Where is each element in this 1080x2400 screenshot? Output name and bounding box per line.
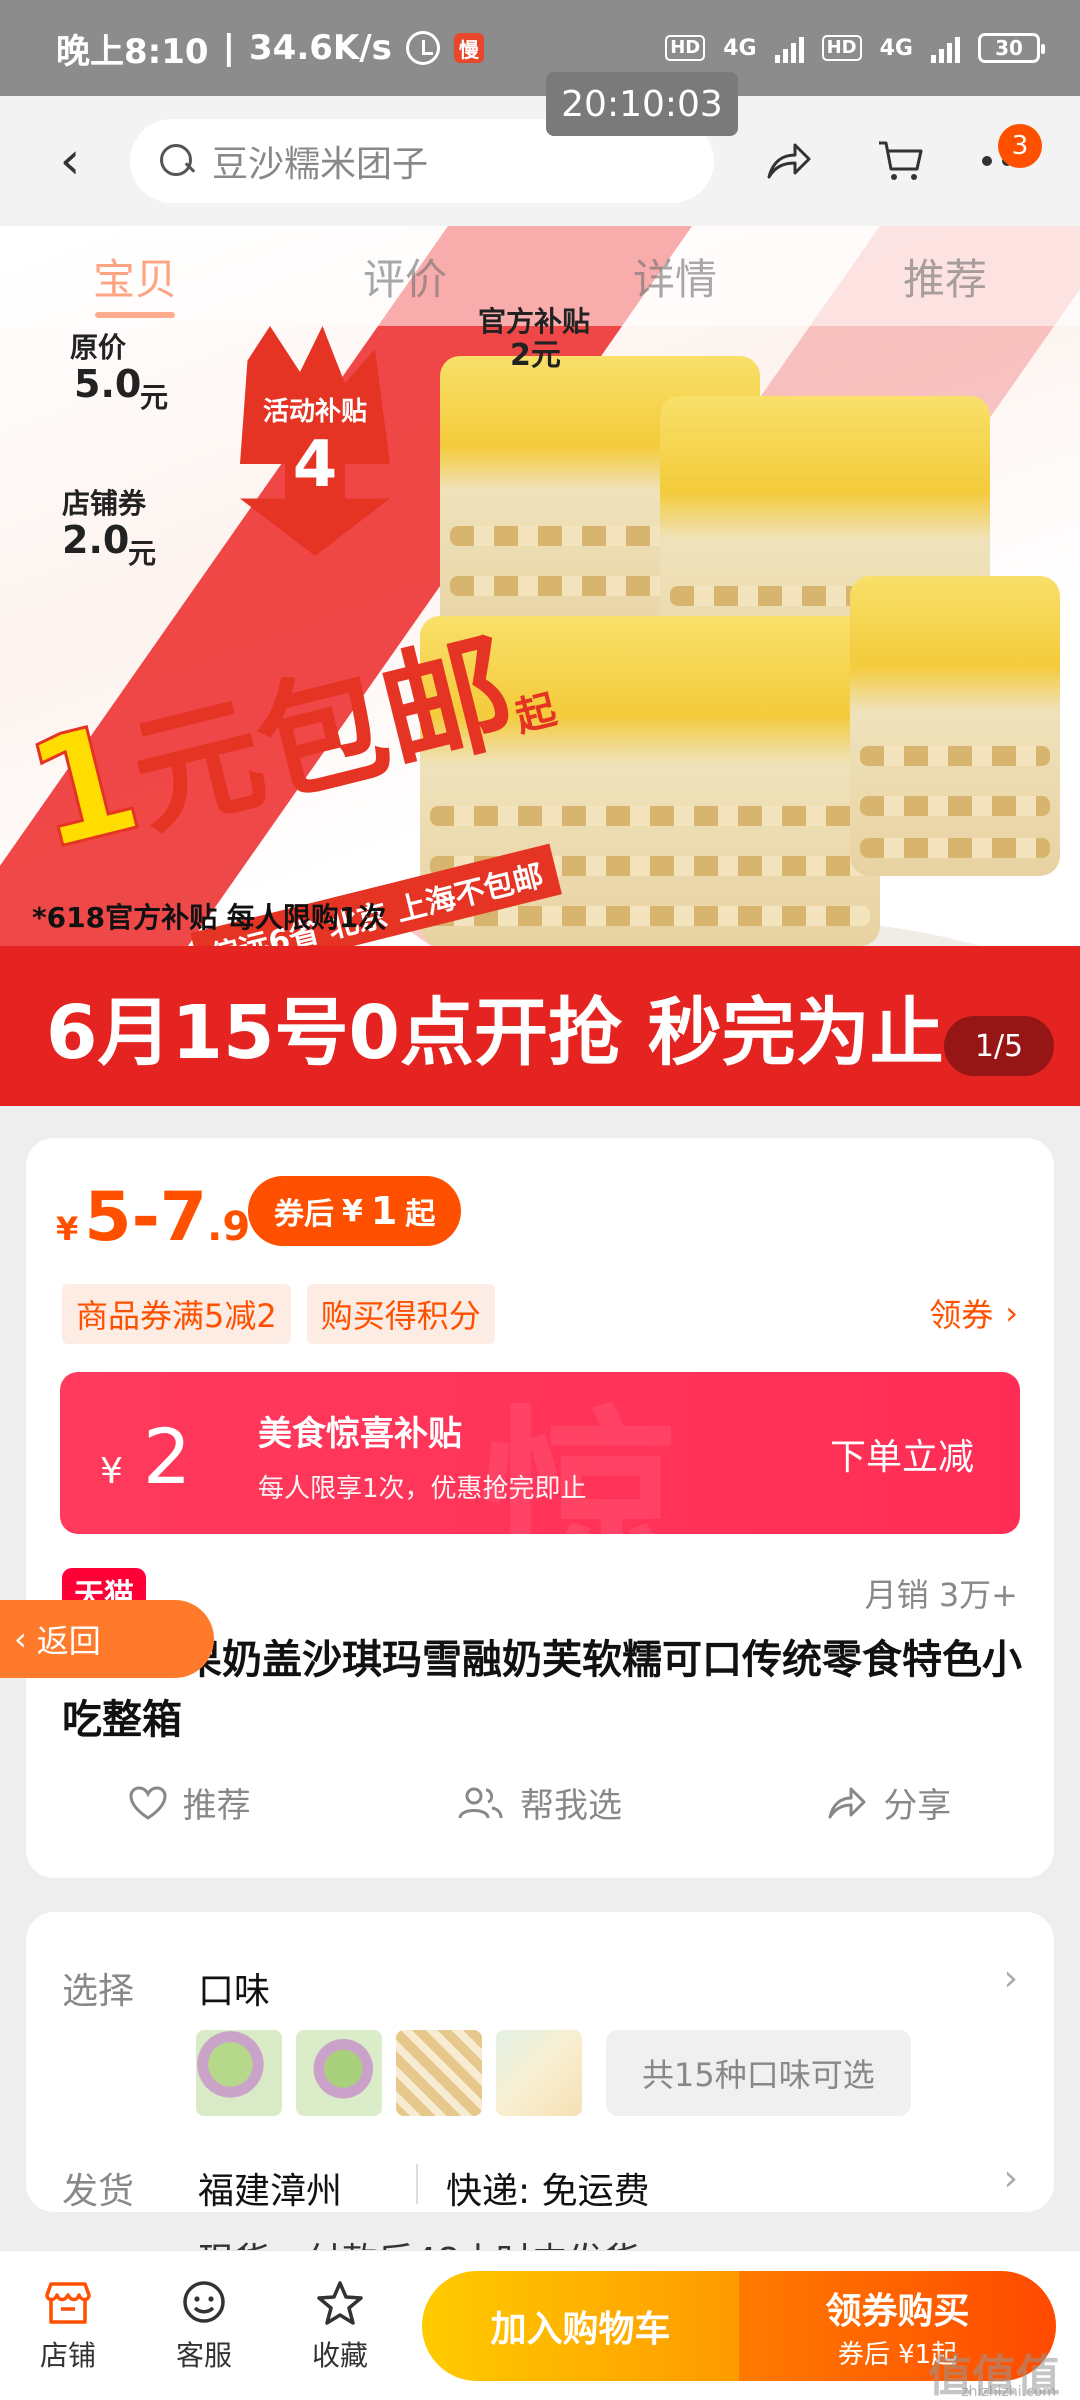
carousel-pager: 1/5 — [944, 1016, 1054, 1076]
unit-label: 元 — [128, 537, 157, 570]
signal-icon — [774, 33, 804, 63]
tab-baby[interactable]: 宝贝 — [0, 226, 270, 326]
activity-subsidy-label: 活动补贴 — [262, 397, 367, 427]
recommend-button[interactable]: 推荐 — [129, 1778, 251, 1827]
subsidy-cta: 下单立减 — [829, 1437, 974, 1478]
unit-label: 元 — [140, 381, 169, 414]
divider — [416, 2164, 418, 2204]
help-me-choose-button[interactable]: 帮我选 — [456, 1778, 622, 1827]
get-coupon-button[interactable]: 领券 › — [929, 1290, 1018, 1336]
subsidy-currency: ¥ — [100, 1451, 123, 1492]
cart-button[interactable] — [866, 126, 936, 196]
search-icon — [160, 144, 194, 178]
product-page: 晚上8:10 | 34.6K/s 慢 HD 4G HD 4G 30 20:10:… — [0, 0, 1080, 2400]
tab-recommend[interactable]: 推荐 — [810, 226, 1080, 326]
top-nav-bar: ‹ 豆沙糯米团子 3 — [0, 96, 1080, 226]
flavor-thumb[interactable] — [496, 2030, 582, 2116]
cart-icon — [879, 141, 923, 180]
price-card: ¥ 5-7 .9 券后 ¥1 起 商品券满5减2 购买得积分 领券 › 惊 ¥ 2… — [26, 1138, 1054, 1878]
customer-service-icon — [183, 2280, 225, 2323]
add-to-cart-button[interactable]: 加入购物车 — [422, 2271, 739, 2381]
chevron-left-icon: ‹ — [59, 131, 81, 191]
shipping-label: 发货 — [62, 2171, 135, 2212]
chevron-left-icon: ‹ — [14, 1620, 27, 1658]
shipping-express: 快递: 免运费 — [446, 2171, 650, 2212]
message-count-badge: 3 — [998, 124, 1042, 168]
shop-coupon-value: 2.0 — [62, 518, 130, 562]
official-subsidy-value: 2元 — [510, 338, 561, 373]
subsidy-desc: 每人限享1次，优惠抢完即止 — [258, 1474, 587, 1504]
hero-note: *618官方补贴 每人限购1次 — [32, 901, 387, 934]
flavor-thumb[interactable] — [196, 2030, 282, 2116]
subsidy-amount: 2 — [142, 1412, 192, 1501]
hd-icon: HD — [665, 35, 706, 61]
monthly-sales: 月销 3万+ — [864, 1576, 1018, 1614]
chevron-right-icon: › — [1005, 1294, 1018, 1332]
flavor-thumb[interactable] — [396, 2030, 482, 2116]
bottom-action-bar: 店铺 客服 收藏 加入购物车 领券购买 券后 ¥1起 — [0, 2250, 1080, 2400]
subsidy-banner[interactable]: 惊 ¥ 2 美食惊喜补贴 每人限享1次，优惠抢完即止 下单立减 — [60, 1372, 1020, 1534]
battery-icon: 30 — [978, 33, 1045, 63]
after-coupon-price-badge: 券后 ¥1 起 — [248, 1176, 462, 1246]
status-bar: 晚上8:10 | 34.6K/s 慢 HD 4G HD 4G 30 — [0, 0, 1080, 96]
flavor-selector[interactable]: 口味 — [198, 1962, 270, 2014]
share-product-button[interactable]: 分享 — [827, 1778, 951, 1827]
share-button[interactable] — [754, 126, 824, 196]
original-price-value: 5.0 — [74, 362, 142, 406]
heart-icon — [129, 1785, 167, 1820]
shop-icon — [45, 2281, 91, 2324]
select-label: 选择 — [62, 1971, 135, 2012]
floating-return-button[interactable]: ‹ 返回 — [0, 1600, 214, 1678]
product-image — [850, 576, 1060, 876]
people-icon — [458, 1787, 503, 1818]
more-flavors-button[interactable]: 共15种口味可选 — [606, 2030, 911, 2116]
time-overlay: 20:10:03 — [546, 72, 738, 136]
signal-icon-2 — [931, 33, 960, 63]
product-hero-carousel[interactable]: 宝贝 评价 详情 推荐 原价 5.0 元 店铺券 2.0 元 官方补贴 2元 活… — [0, 226, 1080, 1106]
alarm-icon — [405, 31, 440, 65]
shop-button[interactable]: 店铺 — [0, 2278, 136, 2374]
share-icon — [767, 143, 811, 179]
chevron-right-icon[interactable]: › — [1004, 2158, 1018, 2199]
flavor-thumb[interactable] — [296, 2030, 382, 2116]
back-button[interactable]: ‹ — [40, 131, 100, 191]
customer-service-button[interactable]: 客服 — [136, 2278, 272, 2374]
network-type-label: 4G — [723, 35, 757, 61]
product-actions: 推荐 帮我选 分享 — [26, 1778, 1054, 1827]
chevron-right-icon[interactable]: › — [1004, 1958, 1018, 1999]
options-card: 选择 口味 › 共15种口味可选 发货 福建漳州 快递: 免运费 › 现货，付款… — [26, 1912, 1054, 2282]
search-placeholder: 豆沙糯米团子 — [212, 144, 429, 185]
flavor-thumbnails: 共15种口味可选 — [196, 2030, 911, 2116]
site-watermark-url: zhizhizhi.com — [961, 2384, 1056, 2400]
hero-bottom-banner: 6月15号0点开抢 秒完为止 — [0, 946, 1080, 1106]
price-range: ¥ 5-7 .9 — [56, 1178, 251, 1257]
share-icon — [828, 1787, 866, 1818]
promo-tag[interactable]: 购买得积分 — [306, 1284, 495, 1344]
promo-tag[interactable]: 商品券满5减2 — [62, 1284, 291, 1344]
star-icon — [317, 2280, 363, 2325]
activity-subsidy-value: 4 — [292, 428, 338, 502]
shop-coupon-label: 店铺券 — [62, 487, 147, 520]
app-notification-icon: 慢 — [453, 33, 484, 63]
network-type-label-2: 4G — [879, 35, 913, 61]
favorite-button[interactable]: 收藏 — [272, 2278, 408, 2374]
shipping-origin: 福建漳州 — [198, 2171, 343, 2212]
clock-text: 晚上8:10 — [56, 31, 209, 72]
hd-icon-2: HD — [821, 35, 862, 61]
original-price-label: 原价 — [70, 331, 127, 364]
network-speed: 34.6K/s — [249, 28, 392, 68]
decor-watermark: 惊 — [480, 1389, 681, 1534]
more-button[interactable]: 3 — [972, 124, 1042, 196]
subsidy-title: 美食惊喜补贴 — [258, 1414, 462, 1454]
promo-tags: 商品券满5减2 购买得积分 — [62, 1284, 495, 1344]
